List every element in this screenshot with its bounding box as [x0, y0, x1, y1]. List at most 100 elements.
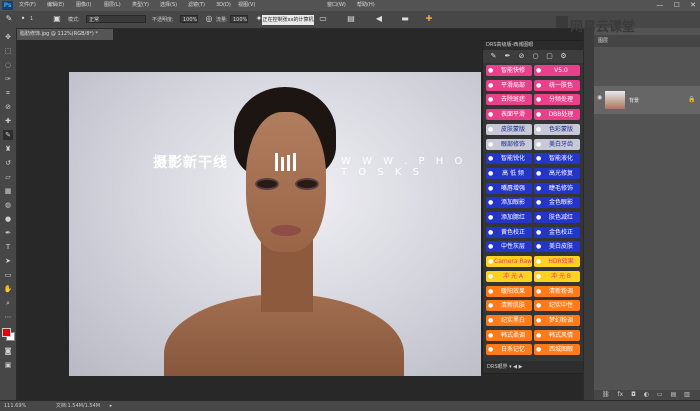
link-layers-icon[interactable]: ⛓	[602, 391, 610, 398]
pen-tool-icon[interactable]: ✒	[3, 228, 13, 238]
plugin-ruler-icon[interactable]: ⊘	[517, 52, 526, 61]
plugin-button-right[interactable]: ● DBB处理	[534, 109, 580, 121]
new-group-icon[interactable]: ▭	[657, 391, 663, 398]
dodge-tool-icon[interactable]: ●	[3, 214, 13, 224]
menu-select[interactable]: 选择(S)	[160, 1, 177, 10]
screen-share-icon[interactable]: ▭	[318, 14, 328, 24]
plugin-circle-icon[interactable]: ○	[531, 52, 540, 61]
history-brush-tool-icon[interactable]: ↺	[3, 158, 13, 168]
menu-help[interactable]: 帮助(H)	[357, 1, 375, 10]
hand-tool-icon[interactable]: ✋	[3, 284, 13, 294]
opacity-input[interactable]: 100%	[180, 15, 198, 23]
plugin-button-right[interactable]: ● HDR效果	[534, 256, 580, 268]
plugin-button-right[interactable]: ● 韩式风情	[534, 329, 580, 341]
plugin-button-right[interactable]: ● 清新粉调	[534, 285, 580, 297]
plugin-button-left[interactable]: ● 添加眼影	[486, 197, 532, 209]
quick-select-tool-icon[interactable]: ✑	[3, 74, 13, 84]
fx-icon[interactable]: fx	[618, 391, 624, 398]
move-tool-icon[interactable]: ✥	[3, 32, 13, 42]
plugin-button-left[interactable]: ● 嘴唇增强	[486, 182, 532, 194]
eyedropper-tool-icon[interactable]: ⊘	[3, 102, 13, 112]
plugin-button-left[interactable]: ● 日系记忆	[486, 344, 532, 356]
eraser-tool-icon[interactable]: ▱	[3, 172, 13, 182]
plugin-button-left[interactable]: ● 添加腮红	[486, 212, 532, 223]
menu-edit[interactable]: 编辑(E)	[47, 1, 64, 10]
close-button[interactable]: ✕	[690, 1, 696, 9]
plugin-button-right[interactable]: ● V5.0	[534, 65, 580, 76]
plugin-button-right[interactable]: ● 肤色减红	[534, 212, 580, 223]
gradient-tool-icon[interactable]: ▦	[3, 186, 13, 196]
plugin-button-right[interactable]: ● 睫毛修饰	[534, 182, 580, 194]
plugin-button-left[interactable]: ● 眼部修饰	[486, 138, 532, 150]
plugin-button-left[interactable]: ● 去除斑痣	[486, 94, 532, 106]
plugin-button-left[interactable]: ● 纪实黑白	[486, 314, 532, 326]
new-layer-icon[interactable]: ▤	[671, 391, 677, 398]
folder-icon[interactable]: ▬	[400, 14, 410, 24]
flow-input[interactable]: 100%	[230, 15, 248, 23]
brush-tool-icon[interactable]: ✎	[3, 130, 13, 140]
document-tab[interactable]: 脂肪修饰.jpg @ 112%(RGB/8*) *	[17, 29, 113, 40]
plugin-button-left[interactable]: ● 暖阳效果	[486, 285, 532, 297]
brush-preset-icon[interactable]: •	[18, 14, 28, 24]
plugin-settings-icon[interactable]: ⚙	[559, 52, 568, 61]
menu-type[interactable]: 类型(Y)	[132, 1, 149, 10]
plugin-button-right[interactable]: ● 金色校正	[534, 226, 580, 238]
plugin-button-left[interactable]: ● 黄色校正	[486, 226, 532, 238]
plugin-button-right[interactable]: ● 西城图眼	[534, 344, 580, 356]
plugin-button-left[interactable]: ● 韩式柔调	[486, 329, 532, 341]
plugin-button-left[interactable]: ● 冲 光 A	[486, 270, 532, 282]
photoshop-logo[interactable]: Ps	[2, 1, 13, 10]
maximize-button[interactable]: ☐	[674, 1, 680, 9]
plugin-button-left[interactable]: ● 智能快修	[486, 65, 532, 76]
quick-mask-icon[interactable]: ◙	[3, 346, 13, 356]
plugin-button-left[interactable]: ● 智能锐化	[486, 153, 532, 165]
plugin-button-left[interactable]: ● Camera Raw	[486, 256, 532, 268]
clone-stamp-tool-icon[interactable]: ♜	[3, 144, 13, 154]
crop-tool-icon[interactable]: ⌗	[3, 88, 13, 98]
plugin-button-right[interactable]: ● 高光修复	[534, 167, 580, 179]
plugin-square-icon[interactable]: ▢	[545, 52, 554, 61]
plugin-button-left[interactable]: ● 中性灰层	[486, 241, 532, 253]
mode-select[interactable]: 正常	[86, 15, 146, 23]
brush-tool-icon[interactable]: ✎	[4, 14, 14, 24]
menu-image[interactable]: 图像(I)	[76, 1, 91, 10]
layers-tab[interactable]: 图层	[594, 35, 700, 47]
plugin-button-right[interactable]: ● 梦幻粉调	[534, 314, 580, 326]
foreground-color-swatch[interactable]	[2, 328, 11, 337]
plugin-button-right[interactable]: ● 分频处理	[534, 94, 580, 106]
menu-3d[interactable]: 3D(D)	[216, 1, 231, 10]
blur-tool-icon[interactable]: ◍	[3, 200, 13, 210]
lasso-tool-icon[interactable]: ◌	[3, 60, 13, 70]
minimize-button[interactable]: —	[656, 1, 663, 9]
remote-tool-icon[interactable]: ✚	[424, 14, 434, 24]
menu-file[interactable]: 文件(F)	[19, 1, 36, 10]
path-select-tool-icon[interactable]: ➤	[3, 256, 13, 266]
screen-mode-icon[interactable]: ▣	[3, 360, 13, 370]
plugin-footer-text[interactable]: DRS眼界 ▾ ◀ ▶	[487, 364, 522, 370]
plugin-button-right[interactable]: ● 冲 光 B	[534, 270, 580, 282]
plugin-button-right[interactable]: ● 美白牙齿	[534, 138, 580, 150]
status-arrow-icon[interactable]: ▸	[110, 403, 113, 409]
menu-window[interactable]: 窗口(W)	[327, 1, 346, 10]
shape-tool-icon[interactable]: ▭	[3, 270, 13, 280]
menu-layer[interactable]: 图层(L)	[104, 1, 121, 10]
plugin-button-right[interactable]: ● 金色眼影	[534, 197, 580, 209]
marquee-tool-icon[interactable]: ⬚	[3, 46, 13, 56]
clipboard-icon[interactable]: ▤	[346, 14, 356, 24]
plugin-button-right[interactable]: ● 美白皮肤	[534, 241, 580, 253]
plugin-pen-icon[interactable]: ✒	[503, 52, 512, 61]
volume-icon[interactable]: ◀	[374, 14, 384, 24]
plugin-button-left[interactable]: ● 清新肌肤	[486, 300, 532, 312]
plugin-button-right[interactable]: ● 智能液化	[534, 153, 580, 165]
plugin-button-right[interactable]: ● 色彩蒙版	[534, 123, 580, 135]
plugin-brush-icon[interactable]: ✎	[489, 52, 498, 61]
plugin-button-left[interactable]: ● 高 低 频	[486, 167, 532, 179]
more-tools-icon[interactable]: ⋯	[3, 312, 13, 322]
pressure-opacity-icon[interactable]: ◎	[204, 14, 214, 24]
layer-visibility-eye-icon[interactable]: ◉	[597, 94, 602, 101]
type-tool-icon[interactable]: T	[3, 242, 13, 252]
menu-filter[interactable]: 滤镜(T)	[188, 1, 205, 10]
plugin-button-left[interactable]: ● 皮肤蒙版	[486, 123, 532, 135]
delete-layer-icon[interactable]: ▥	[684, 391, 690, 398]
menu-view[interactable]: 视图(V)	[238, 1, 255, 10]
